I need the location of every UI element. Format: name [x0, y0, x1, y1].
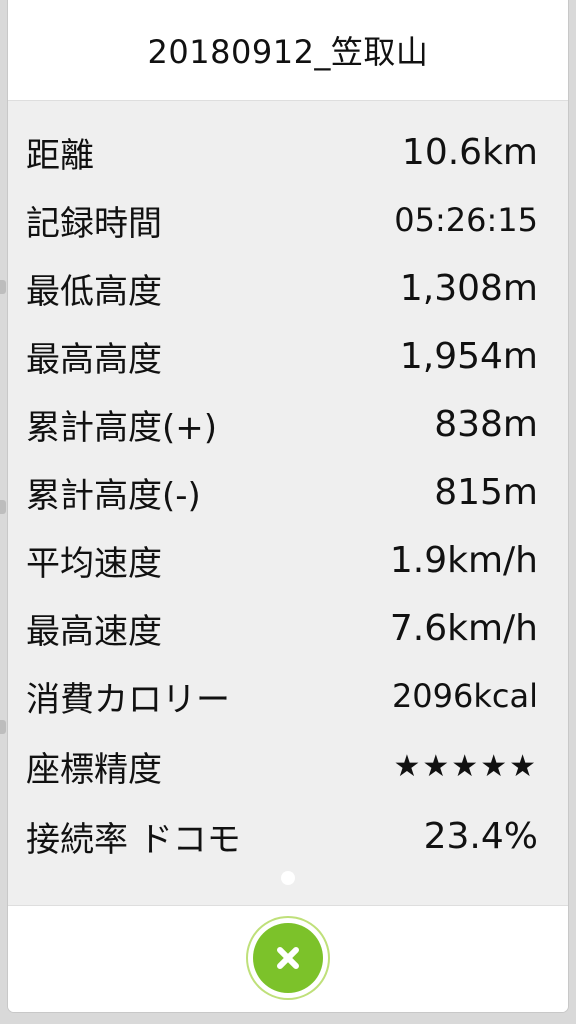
stat-row-connection-rate: 接続率 ドコモ 23.4% — [26, 805, 538, 867]
dialog-header: 20180912_笠取山 — [8, 0, 568, 100]
stat-value: 1.9km/h — [389, 539, 538, 581]
close-x-icon — [253, 923, 323, 993]
stat-label: 接続率 ドコモ — [26, 819, 241, 860]
stat-label: 最高高度 — [26, 339, 162, 380]
stat-value: 10.6km — [401, 131, 538, 173]
stat-value: 05:26:15 — [394, 201, 538, 239]
stat-label: 最高速度 — [26, 611, 162, 652]
stat-row-calories: 消費カロリー 2096kcal — [26, 665, 538, 727]
background-marker — [0, 280, 6, 294]
stat-label: 平均速度 — [26, 543, 162, 584]
stat-row-recording-time: 記録時間 05:26:15 — [26, 189, 538, 251]
page-indicator-dot — [281, 871, 295, 885]
star-rating: ★★★★★ — [393, 748, 538, 784]
stat-label: 距離 — [26, 135, 94, 176]
stat-label: 累計高度(-) — [26, 475, 201, 516]
stat-value: 7.6km/h — [389, 607, 538, 649]
dialog-footer — [8, 906, 568, 1012]
stat-row-total-ascent: 累計高度(+) 838m — [26, 393, 538, 455]
stat-value: 838m — [434, 403, 538, 445]
stat-label: 最低高度 — [26, 271, 162, 312]
stat-row-max-altitude: 最高高度 1,954m — [26, 325, 538, 387]
stat-label: 座標精度 — [26, 749, 162, 790]
stat-row-coordinate-accuracy: 座標精度 ★★★★★ — [26, 735, 538, 797]
background-marker — [0, 720, 6, 734]
background-marker — [0, 500, 6, 514]
stat-value: 1,954m — [399, 335, 538, 377]
stat-value: 815m — [434, 471, 538, 513]
stats-panel: 距離 10.6km 記録時間 05:26:15 最低高度 1,308m 最高高度… — [8, 100, 568, 906]
close-button[interactable] — [246, 916, 330, 1000]
stat-label: 消費カロリー — [26, 679, 230, 720]
track-summary-dialog: 20180912_笠取山 距離 10.6km 記録時間 05:26:15 最低高… — [8, 0, 568, 1012]
stat-row-total-descent: 累計高度(-) 815m — [26, 461, 538, 523]
stat-value: 23.4% — [423, 815, 538, 857]
stat-label: 累計高度(+) — [26, 407, 218, 448]
stat-value: 1,308m — [399, 267, 538, 309]
stat-row-min-altitude: 最低高度 1,308m — [26, 257, 538, 319]
stat-row-distance: 距離 10.6km — [26, 121, 538, 183]
stat-label: 記録時間 — [26, 203, 162, 244]
stat-row-max-speed: 最高速度 7.6km/h — [26, 597, 538, 659]
stat-row-average-speed: 平均速度 1.9km/h — [26, 529, 538, 591]
dialog-title: 20180912_笠取山 — [147, 33, 429, 71]
stat-value: 2096kcal — [391, 677, 538, 715]
